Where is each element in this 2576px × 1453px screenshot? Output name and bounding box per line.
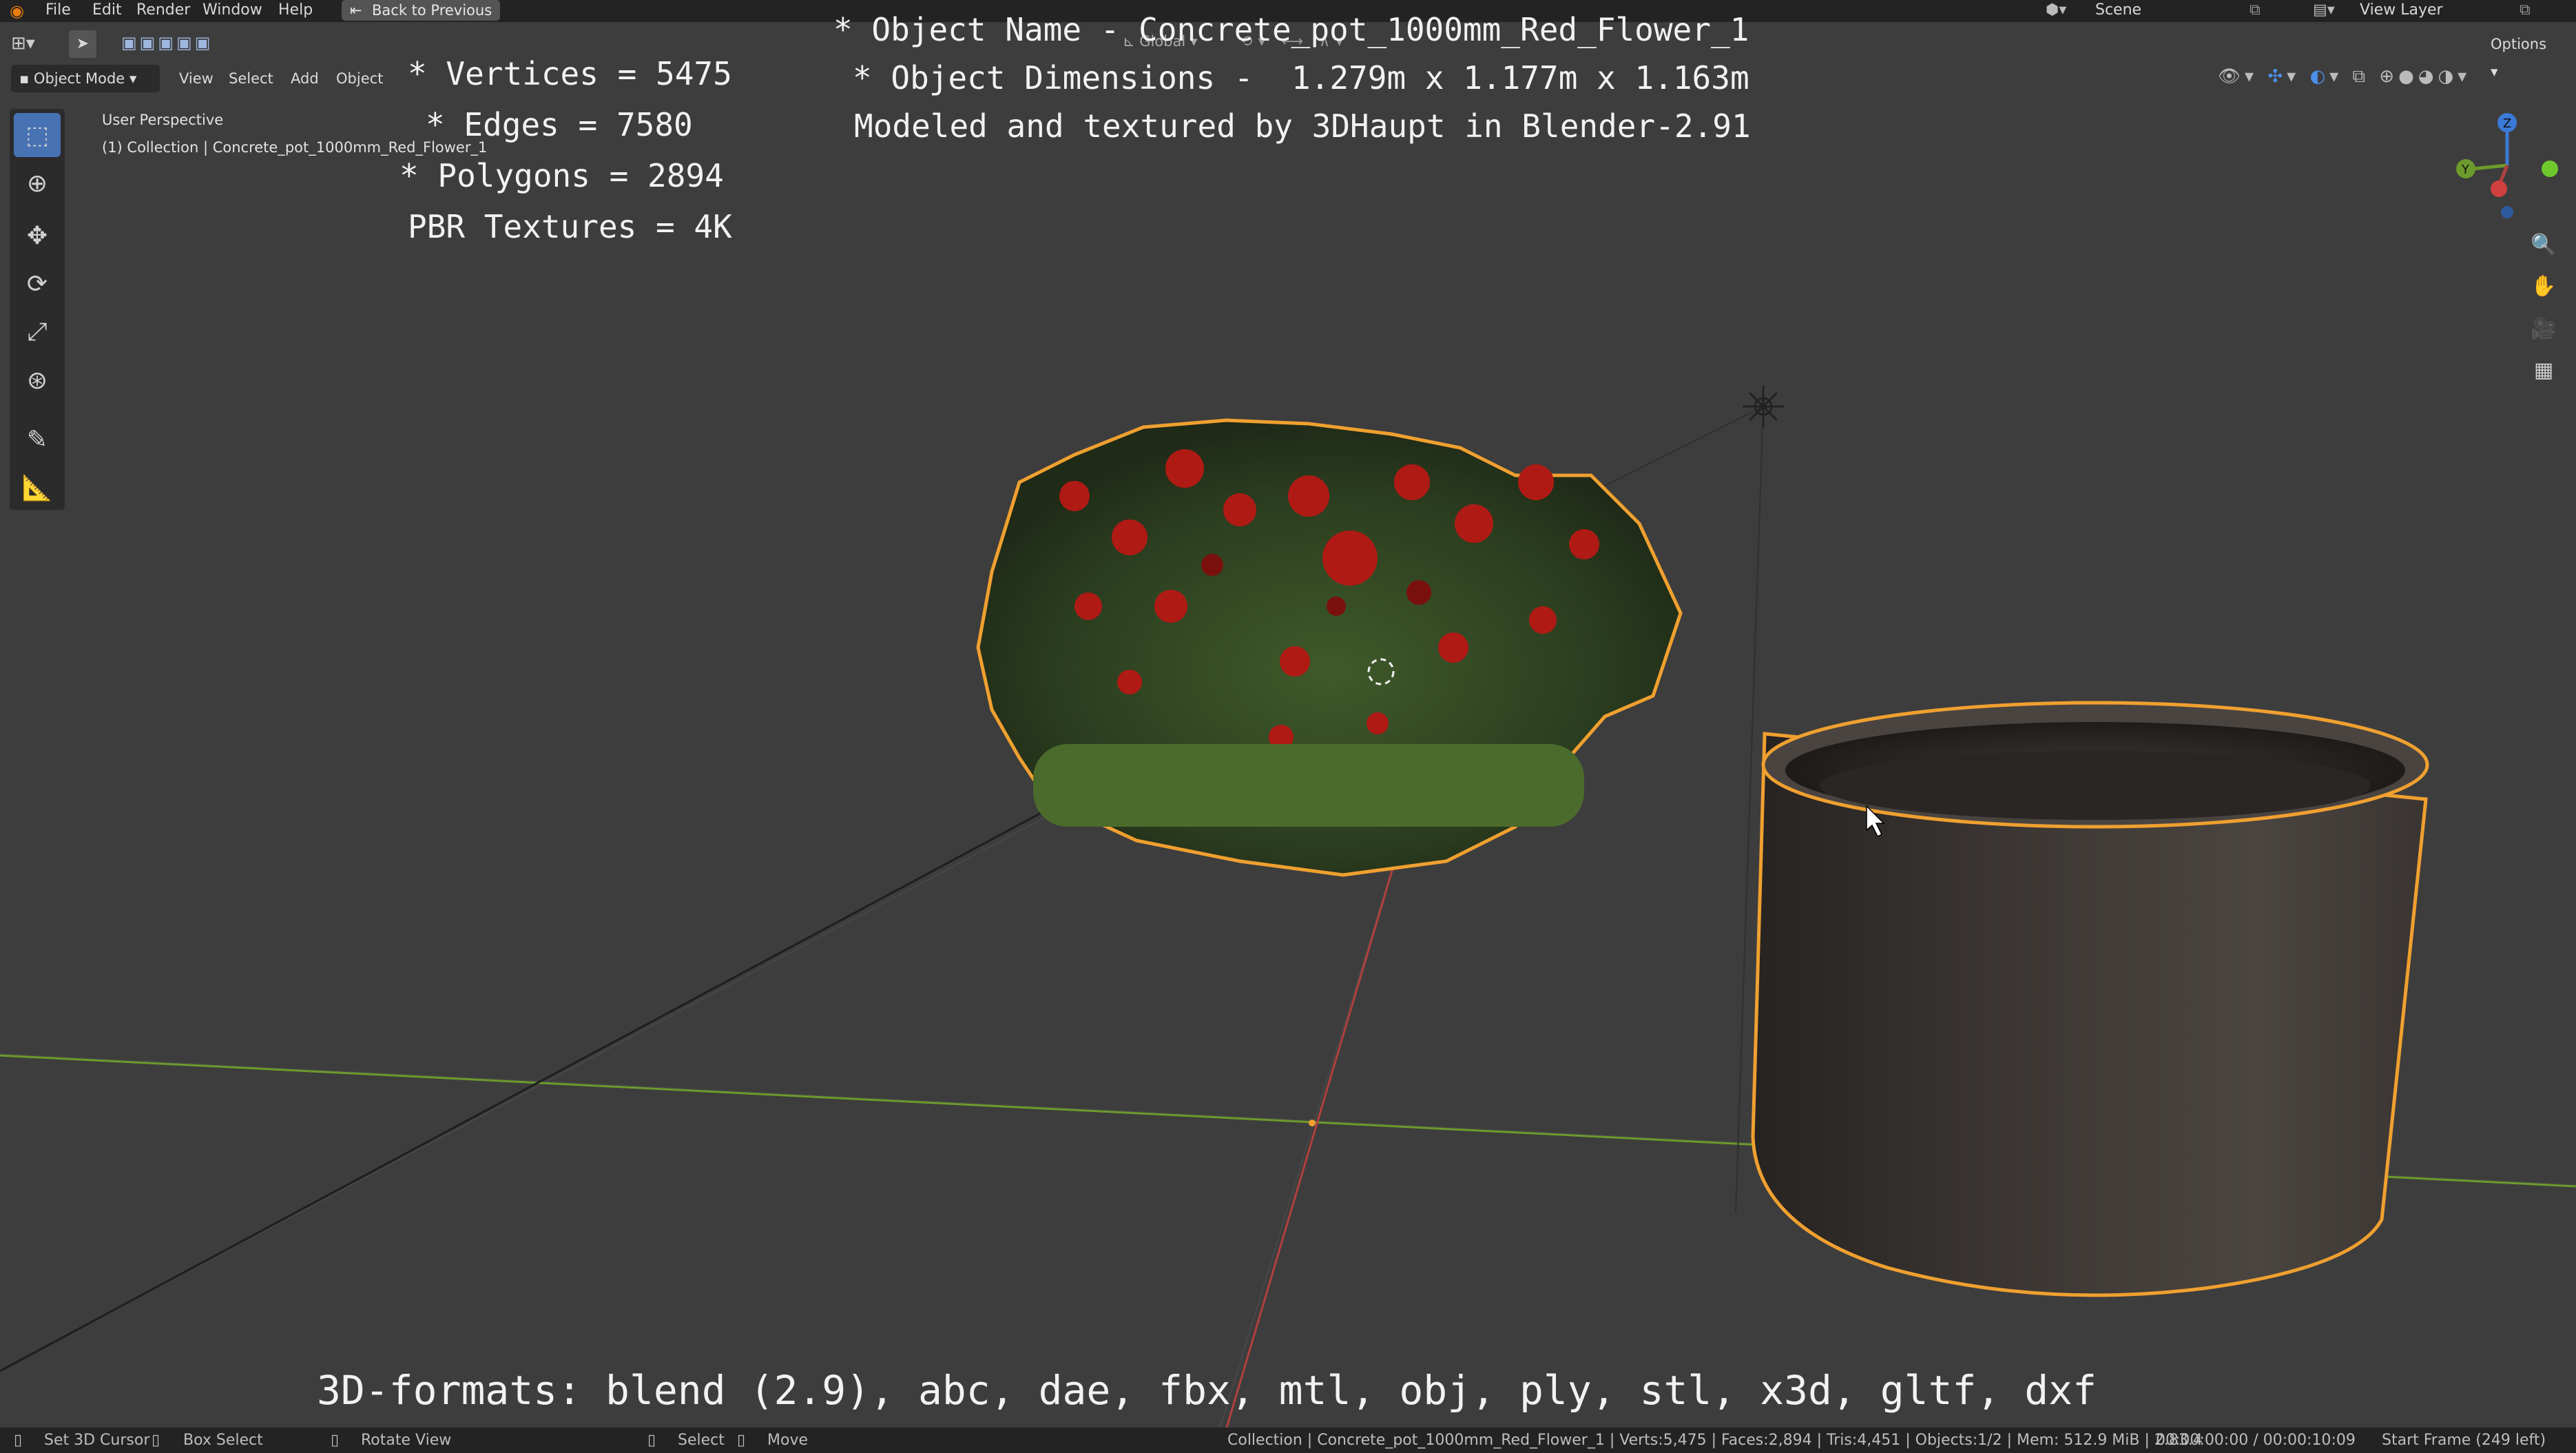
gizmo-neg-z-axis bbox=[2501, 206, 2513, 218]
status-time: 00:00:00:00 / 00:00:10:09 bbox=[2156, 1432, 2356, 1449]
stat-textures: PBR Textures = 4K bbox=[408, 208, 732, 245]
menu-view[interactable]: View bbox=[171, 65, 222, 92]
status-move: Move bbox=[767, 1432, 808, 1449]
stat-edges: * Edges = 7580 bbox=[426, 106, 693, 143]
concrete-pot-object bbox=[1751, 701, 2429, 1297]
back-icon: ⇤ bbox=[350, 2, 362, 19]
grid-diagonal bbox=[0, 805, 1055, 1372]
back-to-previous-button[interactable]: ⇤ Back to Previous bbox=[342, 0, 501, 21]
perspective-label: User Perspective bbox=[102, 112, 224, 128]
status-box-select: Box Select bbox=[183, 1432, 263, 1449]
stat-polygons: * Polygons = 2894 bbox=[399, 157, 724, 194]
flower-bush-object bbox=[976, 418, 1683, 877]
measure-icon[interactable]: 📐 bbox=[14, 466, 61, 510]
status-set-cursor: Set 3D Cursor bbox=[44, 1432, 150, 1449]
cursor-icon[interactable]: ⊕ bbox=[14, 161, 61, 205]
status-scene-stats: Collection | Concrete_pot_1000mm_Red_Flo… bbox=[1227, 1432, 2203, 1449]
camera-icon[interactable]: 🎥 bbox=[2525, 310, 2562, 347]
view-layer-selector[interactable]: ▤▾ View Layer ⧉ bbox=[2313, 0, 2568, 21]
svg-text:Y: Y bbox=[2461, 163, 2470, 177]
stat-vertices: * Vertices = 5475 bbox=[408, 55, 732, 92]
status-bar: ▯ Set 3D Cursor ▯ Box Select ▯ Rotate Vi… bbox=[0, 1428, 2576, 1453]
object-mode-label: Object Mode bbox=[33, 70, 125, 87]
back-to-previous-label: Back to Previous bbox=[372, 2, 492, 19]
viewport-scene[interactable] bbox=[0, 0, 2576, 1453]
mouse-left-icon: ▯ bbox=[14, 1432, 23, 1449]
scale-icon[interactable]: ⤢ bbox=[14, 310, 61, 354]
menu-window[interactable]: Window bbox=[202, 0, 262, 21]
new-scene-icon[interactable]: ⧉ bbox=[2250, 0, 2261, 21]
mouse-right-icon: ▯ bbox=[647, 1432, 656, 1449]
menu-object[interactable]: Object bbox=[328, 65, 391, 92]
menu-help[interactable]: Help bbox=[278, 0, 313, 21]
editor-type-icon[interactable]: ⊞▾ bbox=[11, 33, 35, 54]
info-object-dimensions: * Object Dimensions - 1.279m x 1.177m x … bbox=[853, 59, 1749, 96]
object-mode-dropdown[interactable]: ▪ Object Mode ▾ bbox=[11, 65, 160, 92]
menu-select[interactable]: Select bbox=[220, 65, 282, 92]
mouse-drag-icon: ▯ bbox=[152, 1432, 160, 1449]
menu-render[interactable]: Render bbox=[136, 0, 190, 21]
hand-icon[interactable]: ✋ bbox=[2525, 267, 2562, 305]
view-layer-label: View Layer bbox=[2360, 1, 2443, 19]
tool-shelf: ⬚ ⊕ ✥ ⟳ ⤢ ⊛ ✎ 📐 bbox=[10, 109, 65, 510]
select-box-icon[interactable]: ⬚ bbox=[14, 113, 61, 157]
chevron-down-icon: ▾ bbox=[125, 70, 137, 87]
menu-file[interactable]: File bbox=[45, 0, 71, 21]
x-axis-line bbox=[1218, 826, 1406, 1453]
info-credits: Modeled and textured by 3DHaupt in Blend… bbox=[854, 107, 1751, 145]
info-object-name: * Object Name - Concrete_pot_1000mm_Red_… bbox=[833, 11, 1749, 48]
options-label: Options bbox=[2491, 36, 2547, 52]
menu-add[interactable]: Add bbox=[282, 65, 327, 92]
scene-icon: ⬢▾ bbox=[2046, 1, 2067, 19]
navigation-gizmo[interactable]: Z Y bbox=[2431, 103, 2576, 227]
status-rotate-view: Rotate View bbox=[361, 1432, 452, 1449]
gizmo-x-axis bbox=[2491, 181, 2507, 197]
scene-label: Scene bbox=[2095, 1, 2142, 19]
status-select: Select bbox=[678, 1432, 725, 1449]
select-mode-icons[interactable]: ▣▣▣▣▣ bbox=[121, 33, 213, 52]
grid-icon[interactable]: ▦ bbox=[2525, 351, 2562, 389]
object-mode-icon: ▪ bbox=[19, 70, 34, 87]
blender-logo-icon[interactable]: ◉ bbox=[10, 1, 29, 21]
formats-label: 3D-formats: blend (2.9), abc, dae, fbx, … bbox=[317, 1367, 2097, 1414]
options-dropdown[interactable]: Options ▾ bbox=[2482, 30, 2566, 80]
viewport-overlay-controls[interactable]: 👁▾ ✣▾ ◐▾ ⧉ ⊕●◕◑▾ bbox=[2218, 66, 2471, 87]
light-icon bbox=[1743, 386, 1784, 427]
gizmo-neg-y-axis bbox=[2542, 161, 2558, 177]
new-view-layer-icon[interactable]: ⧉ bbox=[2520, 0, 2531, 21]
transform-icon[interactable]: ⊛ bbox=[14, 358, 61, 402]
zoom-icon[interactable]: 🔍 bbox=[2525, 226, 2562, 263]
scene-selector[interactable]: ⬢▾ Scene ⧉ bbox=[2046, 0, 2273, 21]
annotate-icon[interactable]: ✎ bbox=[14, 418, 61, 462]
move-icon[interactable]: ✥ bbox=[14, 214, 61, 258]
menu-edit[interactable]: Edit bbox=[92, 0, 122, 21]
tool-select-icon[interactable]: ➤ bbox=[69, 30, 96, 58]
world-origin bbox=[1309, 1120, 1316, 1126]
status-start-frame: Start Frame (249 left) bbox=[2382, 1432, 2546, 1449]
chevron-down-icon: ▾ bbox=[2491, 63, 2498, 80]
view-layer-icon: ▤▾ bbox=[2313, 1, 2335, 19]
mouse-middle-icon: ▯ bbox=[331, 1432, 340, 1449]
svg-text:Z: Z bbox=[2503, 116, 2511, 131]
mouse-drag-move-icon: ▯ bbox=[737, 1432, 746, 1449]
rotate-icon[interactable]: ⟳ bbox=[14, 262, 61, 306]
